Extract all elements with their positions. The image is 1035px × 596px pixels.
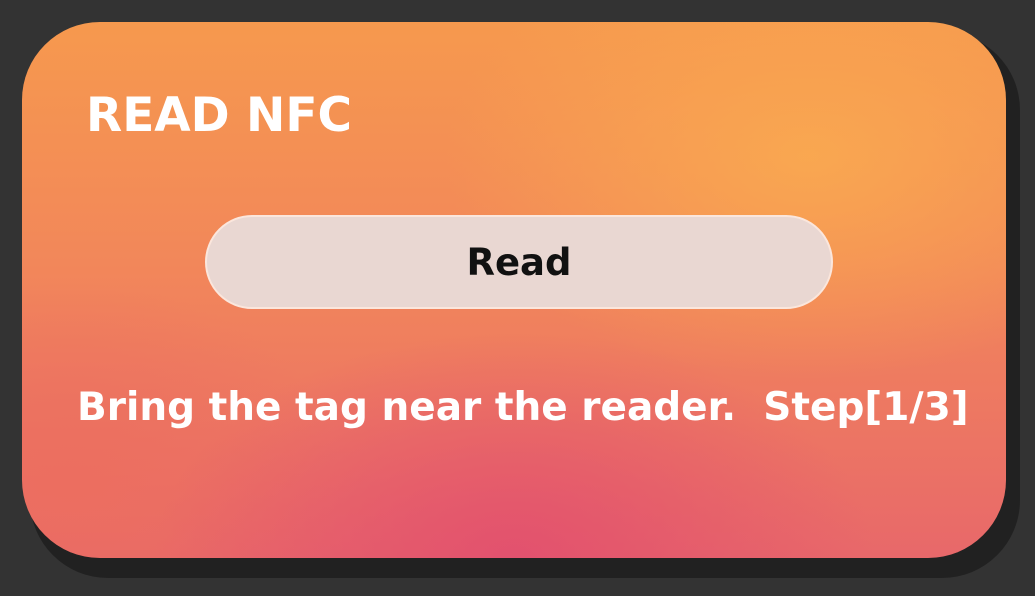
read-nfc-card: READ NFC Read Bring the tag near the rea…	[22, 22, 1006, 558]
read-button[interactable]: Read	[205, 215, 833, 309]
dialog-title: READ NFC	[86, 88, 352, 143]
status-message: Bring the tag near the reader. Step[1/3]	[77, 385, 969, 430]
